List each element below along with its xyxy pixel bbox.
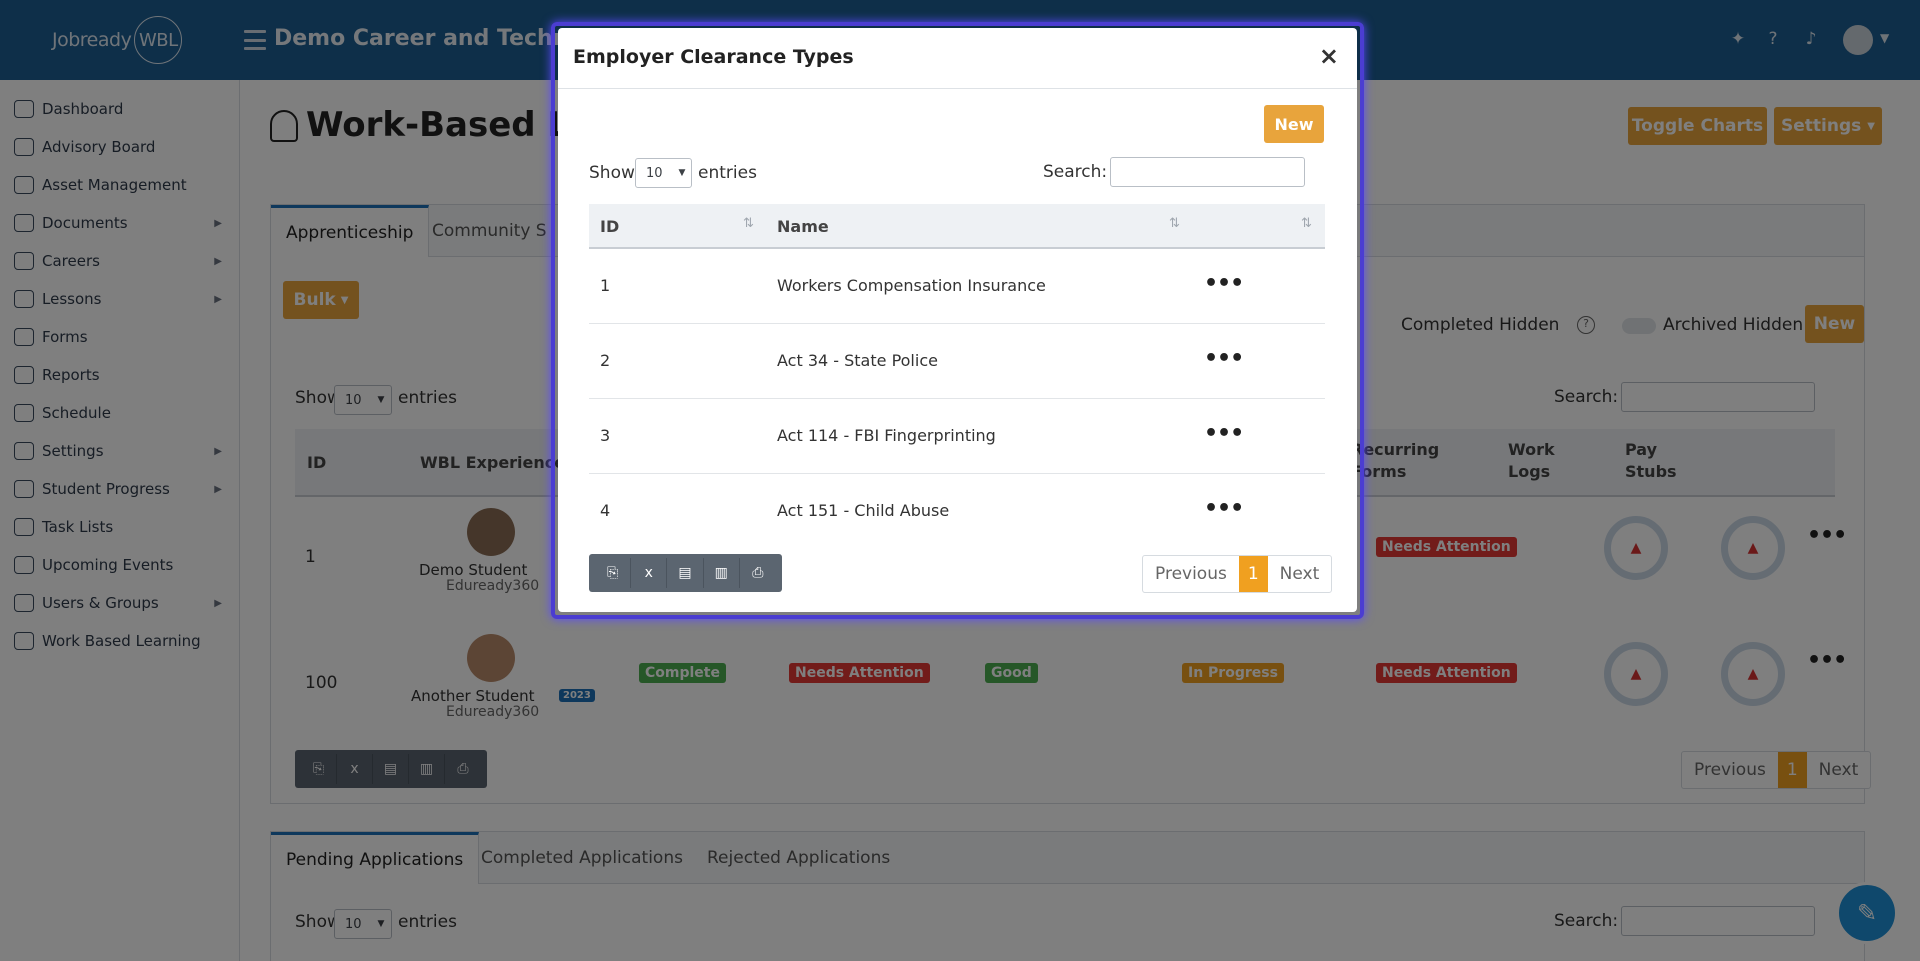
modal-title: Employer Clearance Types (573, 46, 854, 68)
row-actions-icon[interactable]: ••• (1204, 346, 1244, 371)
next-page-button[interactable]: Next (1268, 556, 1332, 592)
row-name: Workers Compensation Insurance (777, 276, 1046, 295)
table-row: 2 Act 34 - State Police ••• (589, 324, 1325, 399)
modal-new-button[interactable]: New (1264, 105, 1324, 143)
row-name: Act 114 - FBI Fingerprinting (777, 426, 996, 445)
modal-table-header: ID ⇅ Name ⇅ ⇅ (589, 204, 1325, 249)
entries-value: 10 (646, 165, 663, 181)
chevron-down-icon: ▼ (678, 168, 686, 178)
employer-clearance-modal: Employer Clearance Types × New Show 10 ▼ … (558, 28, 1357, 612)
pdf-icon[interactable]: ▥ (704, 558, 740, 588)
table-row: 1 Workers Compensation Insurance ••• (589, 249, 1325, 324)
col-name[interactable]: Name (777, 216, 829, 238)
print-icon[interactable]: ⎙ (740, 558, 776, 588)
table-row: 3 Act 114 - FBI Fingerprinting ••• (589, 399, 1325, 474)
current-page-button[interactable]: 1 (1238, 556, 1268, 592)
table-row: 4 Act 151 - Child Abuse ••• (589, 474, 1325, 534)
modal-entries-select[interactable]: 10 ▼ (635, 158, 692, 188)
row-id: 1 (600, 276, 611, 295)
close-icon[interactable]: × (1319, 42, 1339, 70)
modal-export-toolbar: ⎘ x ▤ ▥ ⎙ (589, 554, 782, 592)
row-actions-icon[interactable]: ••• (1204, 496, 1244, 521)
col-id[interactable]: ID (600, 216, 619, 238)
copy-icon[interactable]: ⎘ (595, 558, 632, 588)
sort-icon[interactable]: ⇅ (743, 216, 754, 231)
row-name: Act 34 - State Police (777, 351, 938, 370)
modal-entries-label: entries (698, 163, 757, 183)
row-id: 2 (600, 351, 611, 370)
sort-icon[interactable]: ⇅ (1301, 216, 1312, 231)
modal-search-input[interactable] (1110, 157, 1305, 187)
row-id: 4 (600, 501, 611, 520)
modal-show-label: Show (589, 163, 635, 183)
row-actions-icon[interactable]: ••• (1204, 271, 1244, 296)
sort-icon[interactable]: ⇅ (1169, 216, 1180, 231)
row-name: Act 151 - Child Abuse (777, 501, 950, 520)
csv-icon[interactable]: ▤ (667, 558, 704, 588)
excel-icon[interactable]: x (631, 558, 668, 588)
modal-header: Employer Clearance Types × (558, 28, 1357, 89)
modal-pagination: Previous 1 Next (1142, 555, 1333, 593)
row-id: 3 (600, 426, 611, 445)
prev-page-button[interactable]: Previous (1143, 556, 1239, 592)
row-actions-icon[interactable]: ••• (1204, 421, 1244, 446)
modal-search-label: Search: (1043, 162, 1108, 182)
